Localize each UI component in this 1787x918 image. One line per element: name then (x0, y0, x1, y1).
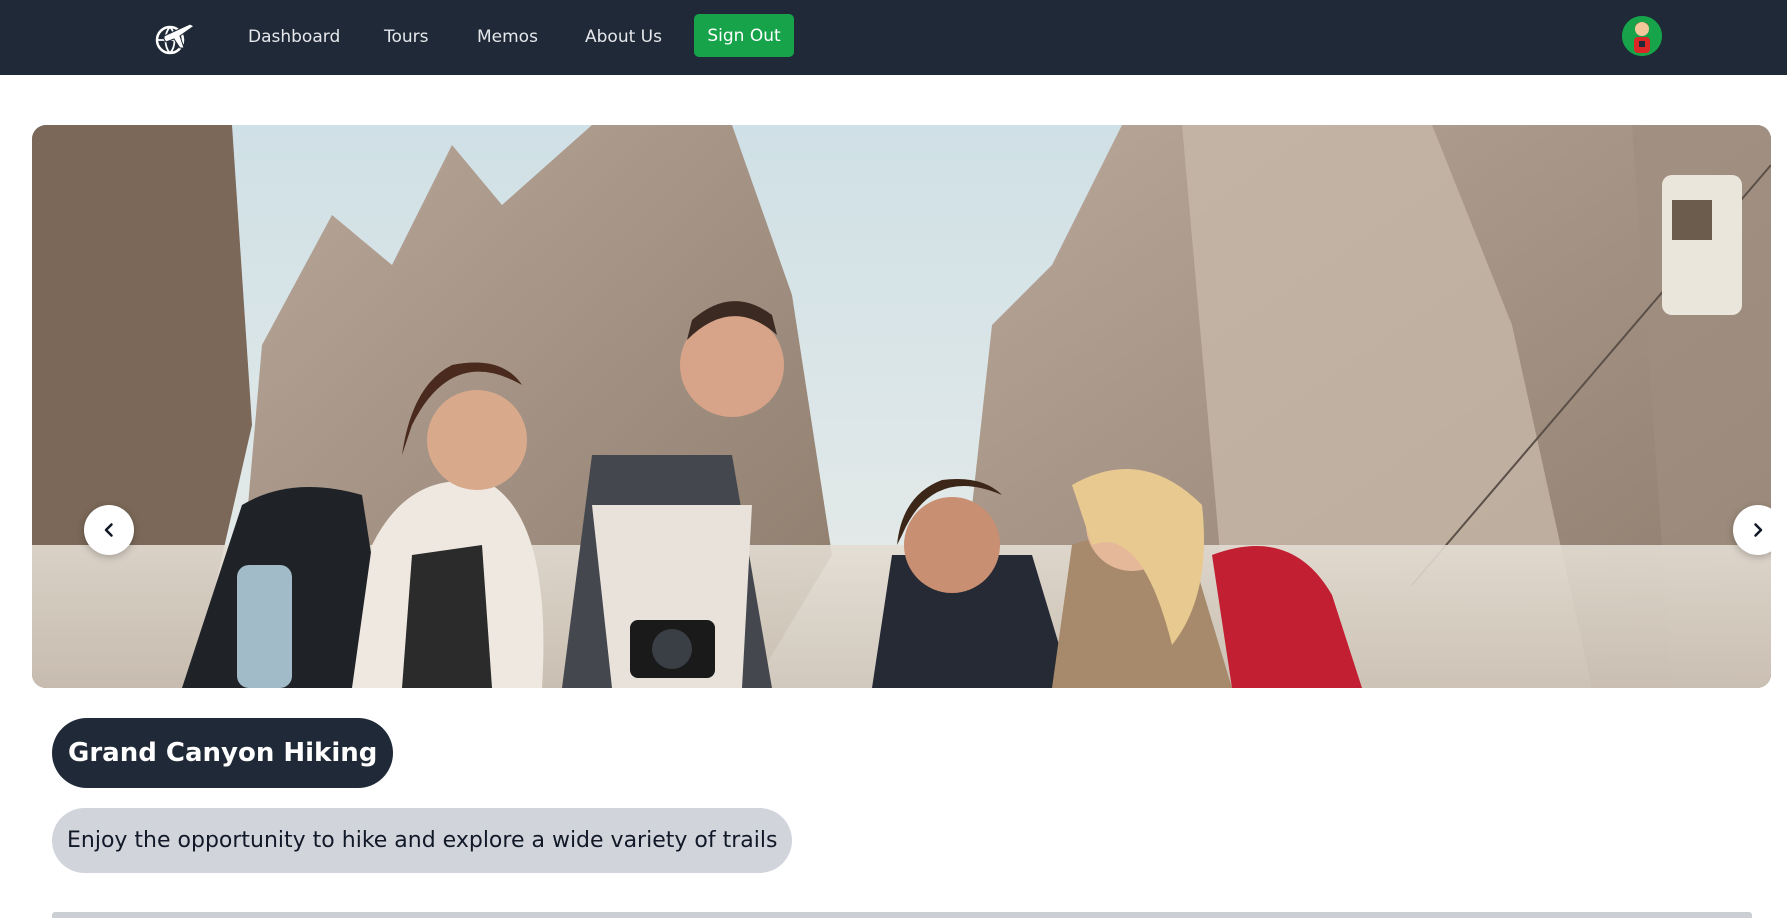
tour-subtitle: Enjoy the opportunity to hike and explor… (52, 808, 793, 873)
user-avatar-icon[interactable] (1622, 16, 1662, 56)
sign-out-button[interactable]: Sign Out (694, 14, 794, 57)
hero-carousel (32, 125, 1771, 688)
nav-link-about-us[interactable]: About Us (585, 22, 662, 52)
nav-link-tours[interactable]: Tours (384, 22, 429, 52)
tour-title: Grand Canyon Hiking (52, 718, 394, 788)
chevron-right-icon (1754, 523, 1763, 537)
nav-link-dashboard[interactable]: Dashboard (248, 22, 340, 52)
airplane-globe-icon[interactable] (150, 18, 196, 56)
tour-description-peek (52, 906, 1752, 918)
nav-link-memos[interactable]: Memos (477, 22, 538, 52)
carousel-prev-button[interactable] (84, 505, 134, 555)
top-navbar: Dashboard Tours Memos About Us Sign Out (0, 0, 1787, 75)
hero-image (32, 125, 1771, 688)
chevron-left-icon (104, 523, 113, 537)
